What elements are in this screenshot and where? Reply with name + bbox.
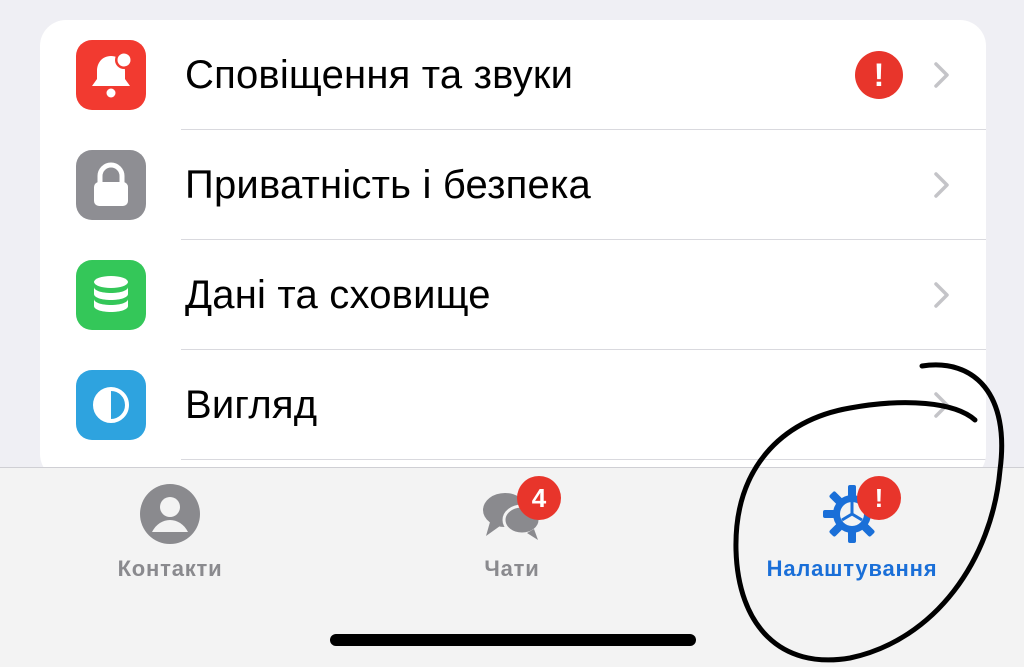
settings-row-label: Вигляд	[185, 383, 318, 427]
alert-badge: !	[857, 476, 901, 520]
settings-row-label: Дані та сховище	[185, 273, 491, 317]
settings-row-privacy[interactable]: Приватність і безпека	[40, 130, 986, 240]
unread-badge: 4	[517, 476, 561, 520]
lock-icon	[76, 150, 146, 220]
tab-settings[interactable]: ! Налаштування	[682, 468, 1022, 608]
chevron-right-icon	[934, 392, 949, 418]
chevron-right-icon	[934, 172, 949, 198]
tab-label: Налаштування	[766, 556, 938, 581]
chevron-right-icon	[934, 282, 949, 308]
settings-row-label: Сповіщення та звуки	[185, 53, 574, 97]
tab-label: Чати	[484, 556, 540, 581]
settings-row-appearance[interactable]: Вигляд	[40, 350, 986, 460]
home-indicator	[330, 634, 696, 646]
tab-contacts[interactable]: Контакти	[0, 468, 340, 608]
tab-label: Контакти	[117, 556, 223, 581]
alert-badge: !	[855, 51, 903, 99]
settings-row-label: Приватність і безпека	[185, 163, 591, 207]
settings-row-notifications[interactable]: Сповіщення та звуки !	[40, 20, 986, 130]
chevron-right-icon	[934, 62, 949, 88]
tab-chats[interactable]: 4 Чати	[342, 468, 682, 608]
person-circle-icon	[140, 484, 200, 544]
settings-row-data-storage[interactable]: Дані та сховище	[40, 240, 986, 350]
database-icon	[76, 260, 146, 330]
appearance-icon	[76, 370, 146, 440]
row-separator	[181, 459, 986, 460]
settings-card: Сповіщення та звуки ! Приватність і безп…	[40, 20, 986, 480]
bell-icon	[76, 40, 146, 110]
